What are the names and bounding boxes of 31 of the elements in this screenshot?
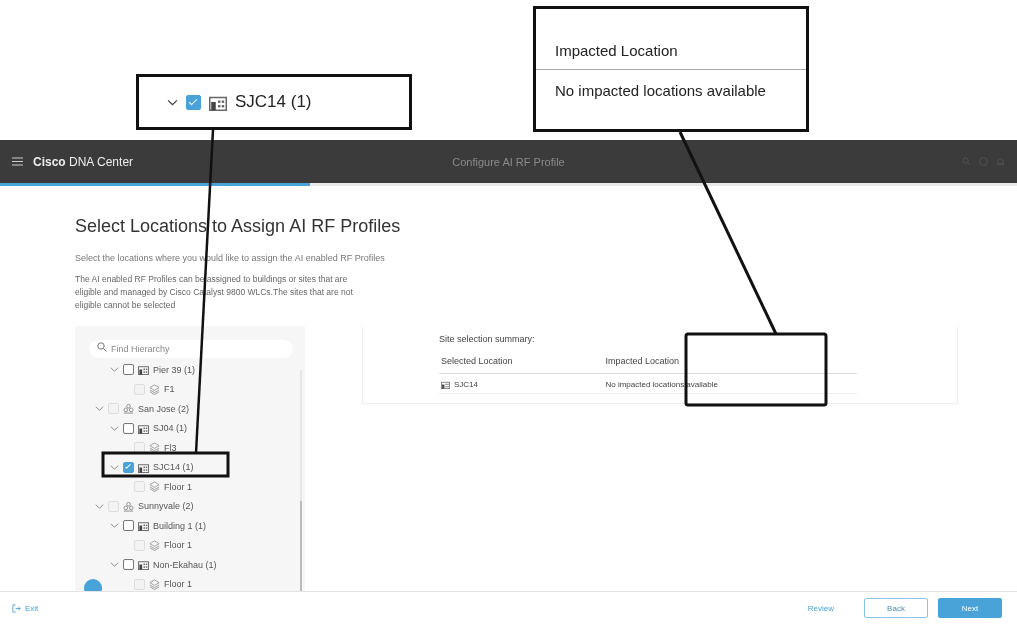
- column-header: Impacted Location: [536, 9, 806, 70]
- scrollbar[interactable]: [300, 370, 302, 591]
- location-cell: SJC14: [454, 380, 478, 389]
- floor-icon: [149, 383, 160, 395]
- building-icon: [138, 520, 149, 532]
- group-icon: [123, 500, 134, 512]
- building-icon: [138, 422, 149, 434]
- floor-icon: [149, 481, 160, 493]
- impacted-cell-text: No impacted locations available: [554, 81, 767, 99]
- column-header: Selected Location: [439, 356, 604, 374]
- search-field[interactable]: Find Hierarchy: [89, 340, 293, 358]
- chevron-icon[interactable]: [110, 365, 119, 375]
- floor-icon: [149, 539, 160, 551]
- building-icon: [138, 559, 149, 571]
- nav-button[interactable]: Back: [864, 598, 928, 618]
- column-header: Impacted Location: [603, 356, 857, 374]
- building-icon: [441, 380, 450, 389]
- building-icon: [138, 461, 149, 473]
- header-title: Configure AI RF Profile: [452, 155, 565, 168]
- checkbox[interactable]: [123, 364, 134, 376]
- floor-icon: [149, 442, 160, 454]
- exit-icon: [12, 603, 21, 613]
- page-title: Select Locations to Assign AI RF Profiles: [75, 216, 402, 237]
- menu-icon[interactable]: [12, 157, 23, 166]
- group-icon: [123, 403, 134, 415]
- summary-title: Site selection summary:: [439, 334, 535, 344]
- tree-item-label: SJC14 (1): [235, 92, 312, 112]
- floor-icon: [149, 578, 160, 590]
- app-brand: Cisco DNA Center: [33, 154, 134, 169]
- tree-item-label[interactable]: Pier 39 (1): [153, 364, 196, 375]
- building-icon: [138, 364, 149, 376]
